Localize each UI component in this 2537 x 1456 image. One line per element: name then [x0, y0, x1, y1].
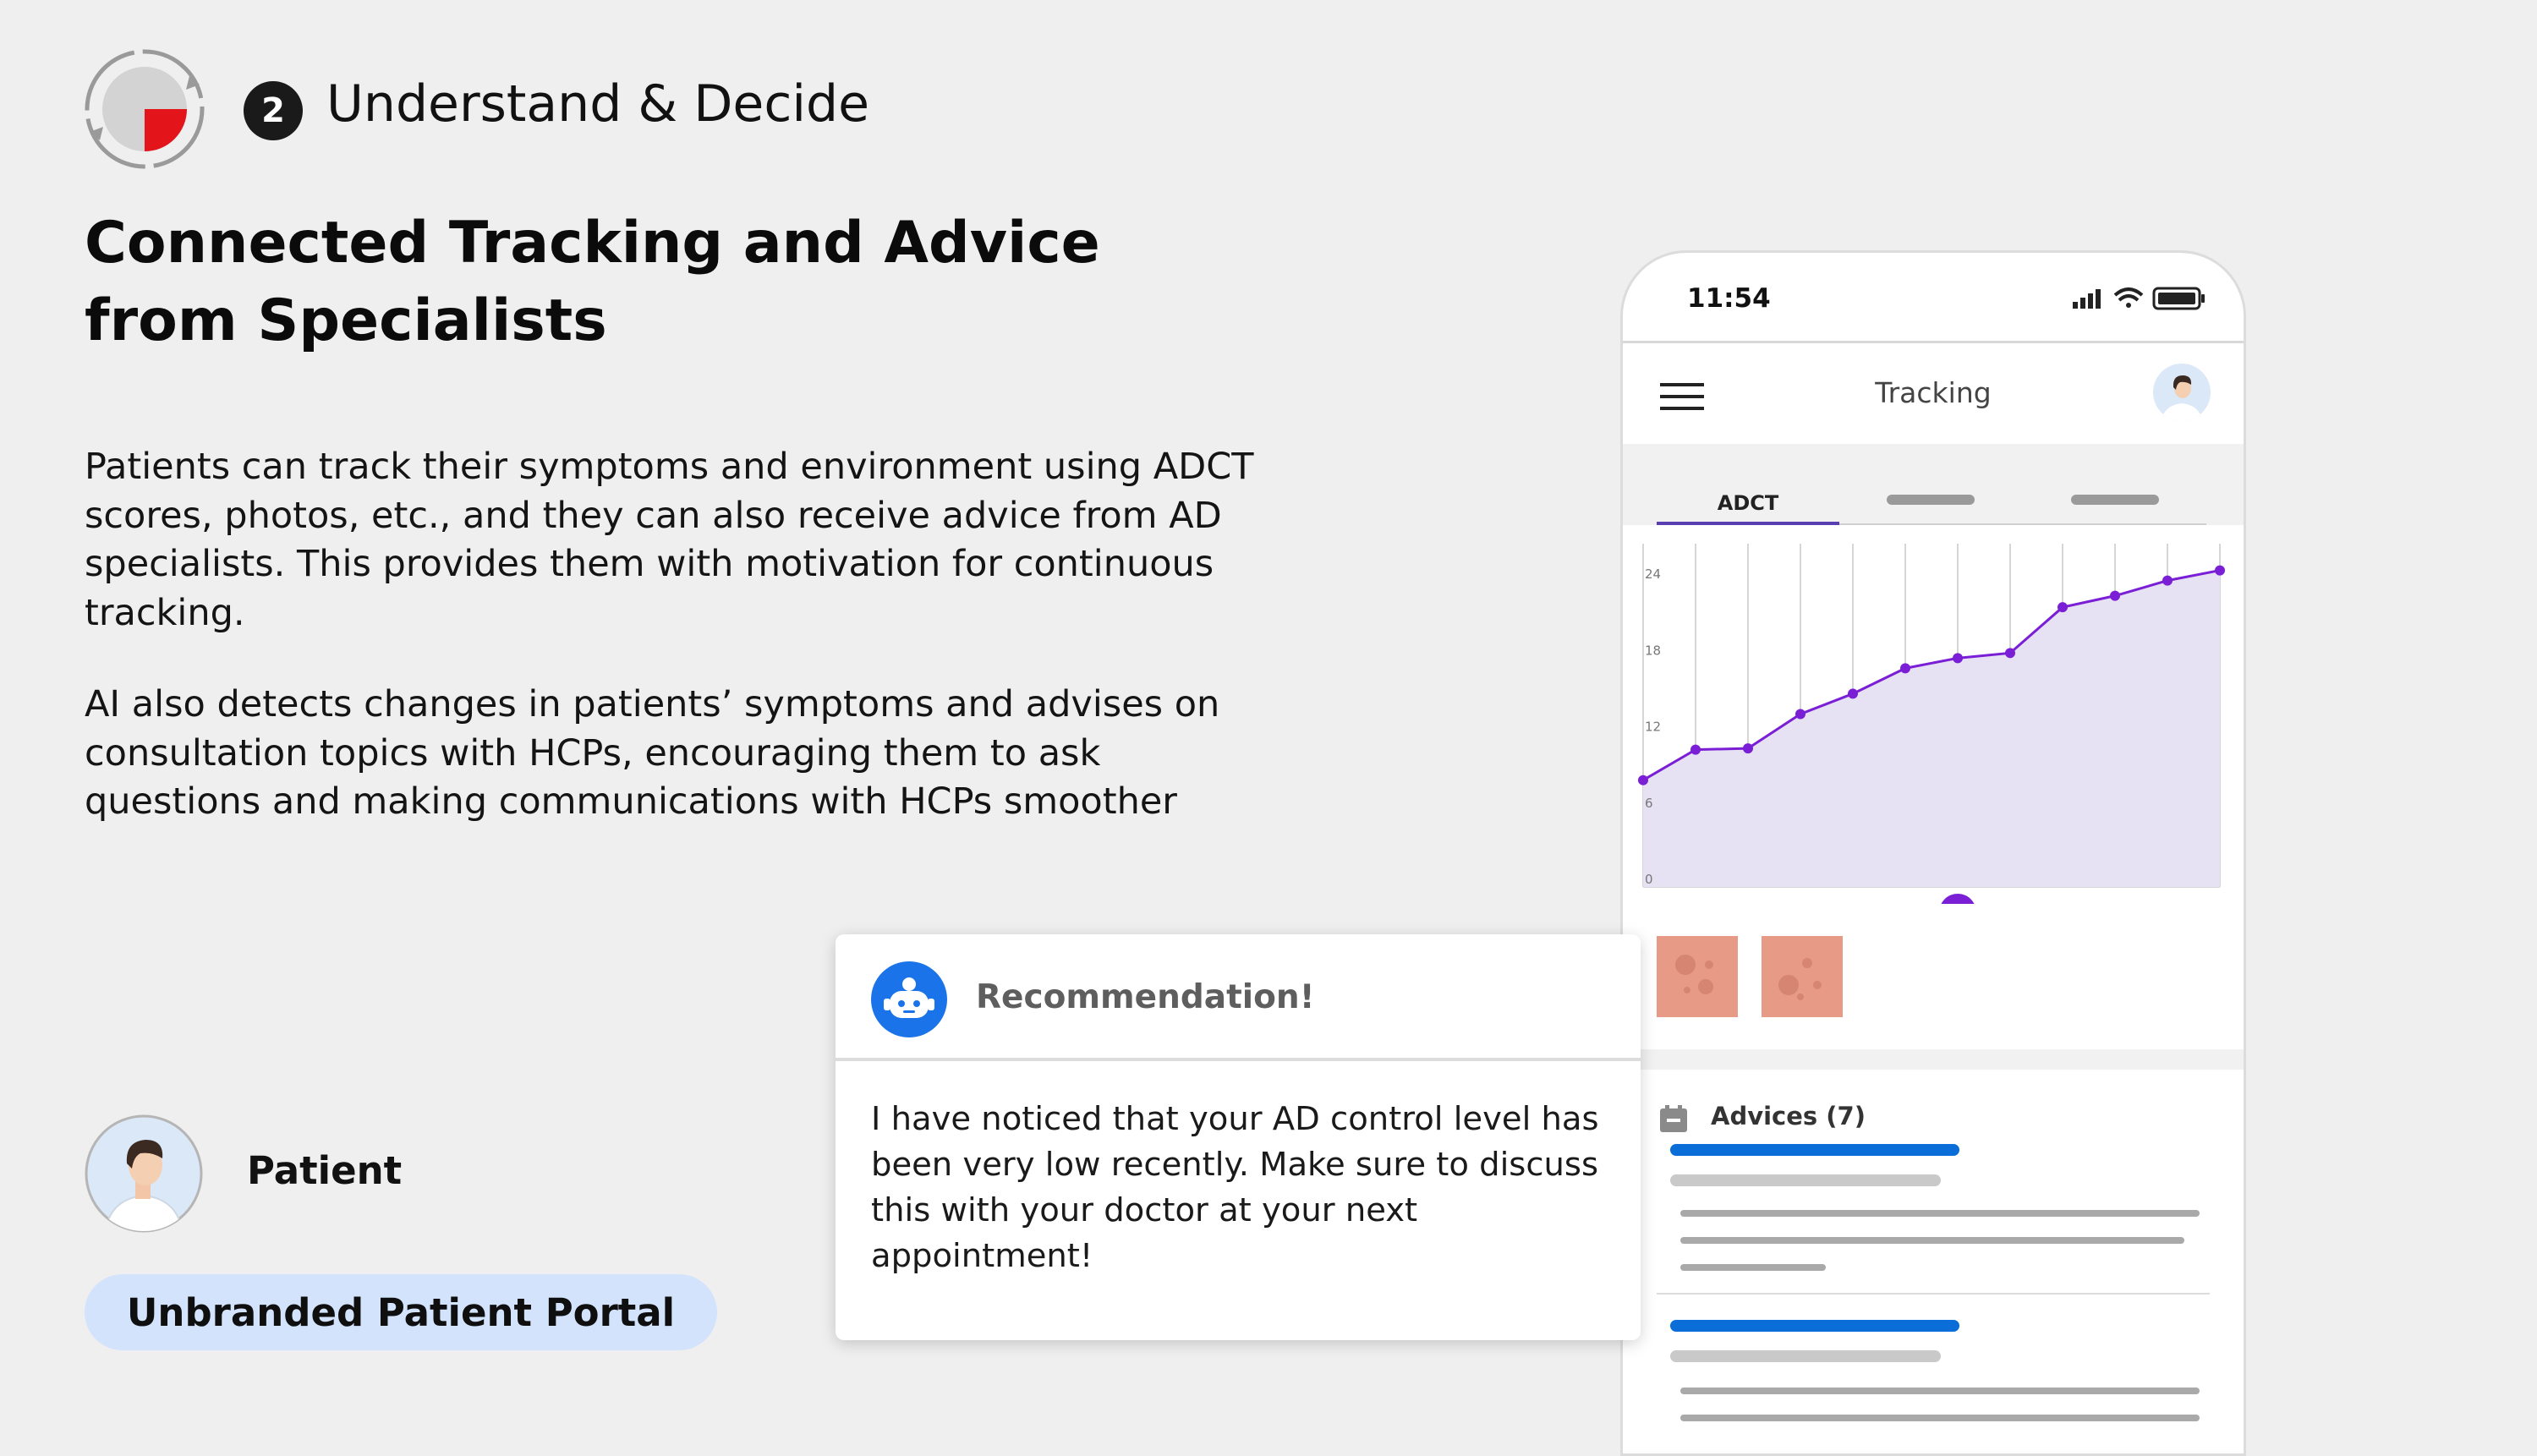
chart-point	[1900, 663, 1910, 674]
chart-y-tick-label: 18	[1645, 643, 1661, 658]
chart-point	[2215, 565, 2225, 576]
robot-icon	[871, 961, 947, 1037]
chart-point	[1953, 653, 1963, 664]
advice-text-placeholder	[1680, 1237, 2184, 1244]
chart-y-tick-label: 6	[1645, 796, 1653, 811]
advice-title-placeholder[interactable]	[1670, 1320, 1959, 1332]
adct-chart: 06121824 123456789101112	[1638, 544, 2225, 904]
status-icons	[2073, 287, 2205, 310]
advice-subtitle-placeholder	[1670, 1174, 1941, 1186]
page-heading: Connected Tracking and Advice from Speci…	[85, 210, 1100, 354]
chart-point	[1638, 775, 1648, 785]
wifi-icon	[2113, 287, 2144, 308]
description-paragraph: Patients can track their symptoms and en…	[85, 446, 1254, 634]
patient-label: Patient	[247, 1148, 403, 1193]
portal-badge: Unbranded Patient Portal	[85, 1274, 717, 1350]
chart-point	[2005, 648, 2015, 659]
section-separator	[1623, 1049, 2244, 1070]
step-number-badge: 2	[244, 81, 303, 140]
chart-point	[1690, 744, 1701, 755]
chart-point	[2162, 575, 2173, 586]
chart-area-fill	[1643, 570, 2220, 887]
advice-text-placeholder	[1680, 1210, 2200, 1217]
divider	[836, 1058, 1641, 1061]
chart-point	[1743, 743, 1753, 754]
step-title: Understand & Decide	[326, 74, 869, 134]
chart-point	[1848, 688, 1858, 699]
chart-point	[2110, 590, 2120, 601]
phone-mockup: 11:54 Tracking ADCT 0 6 12 18 24 Advices…	[1620, 250, 2246, 1456]
screen-title: Tracking	[1875, 376, 1992, 409]
battery-icon	[2152, 287, 2205, 310]
chart-y-tick-label: 12	[1645, 720, 1661, 735]
chart-point	[1795, 709, 1805, 720]
signal-icon	[2073, 289, 2101, 309]
recommendation-title: Recommendation!	[976, 978, 1315, 1016]
advice-text-placeholder	[1680, 1415, 2200, 1421]
advice-text-placeholder	[1680, 1264, 1826, 1271]
tab-placeholder[interactable]	[1887, 495, 1975, 505]
divider	[1657, 1293, 2210, 1295]
patient-avatar	[85, 1114, 203, 1233]
advice-title-placeholder[interactable]	[1670, 1144, 1959, 1156]
status-time: 11:54	[1687, 283, 1771, 314]
symptom-photo-thumbnail[interactable]	[1762, 936, 1843, 1017]
advice-subtitle-placeholder	[1670, 1350, 1941, 1362]
recommendation-card: Recommendation! I have noticed that your…	[836, 934, 1641, 1340]
chart-selected-marker	[1941, 894, 1975, 904]
chart-point	[2058, 602, 2068, 613]
divider	[1623, 341, 2244, 343]
chart-y-tick-label: 0	[1645, 872, 1653, 887]
advices-heading: Advices (7)	[1711, 1102, 1866, 1130]
description-paragraph: AI also detects changes in patients’ sym…	[85, 683, 1220, 823]
step-cycle-icon	[85, 49, 205, 169]
calendar-icon	[1660, 1105, 1687, 1132]
tab-adct[interactable]: ADCT	[1657, 491, 1839, 515]
symptom-photo-thumbnail[interactable]	[1657, 936, 1738, 1017]
tab-placeholder[interactable]	[2071, 495, 2159, 505]
recommendation-message: I have noticed that your AD control leve…	[871, 1100, 1599, 1275]
advice-text-placeholder	[1680, 1388, 2200, 1394]
user-avatar[interactable]	[2152, 363, 2211, 422]
chart-y-tick-label: 24	[1645, 567, 1661, 582]
active-tab-indicator	[1657, 522, 1839, 525]
